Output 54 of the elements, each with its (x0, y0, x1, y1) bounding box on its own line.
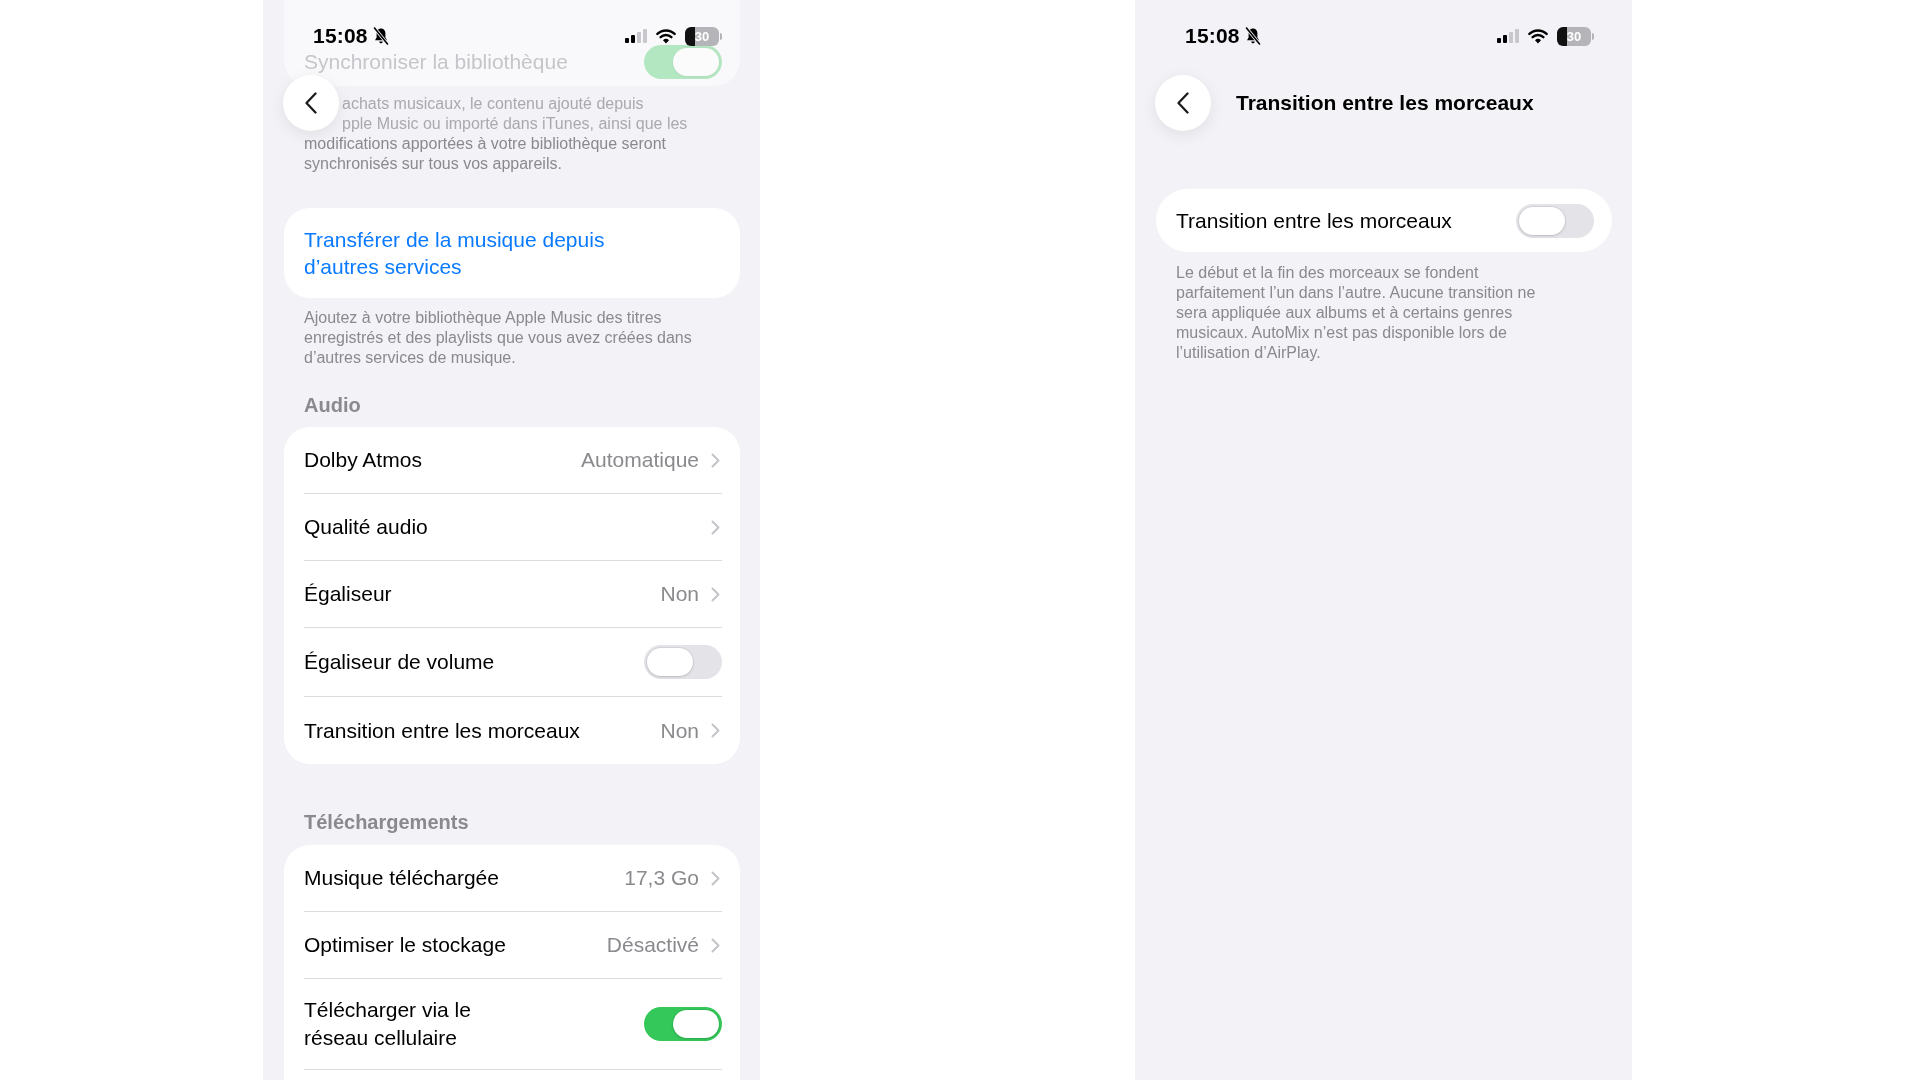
status-time: 15:08 (313, 24, 368, 48)
page-title: Transition entre les morceaux (1236, 90, 1534, 116)
row-value: Non (660, 581, 699, 607)
row-value: Automatique (581, 447, 699, 473)
section-header: Audio (304, 394, 361, 416)
chevron-right-icon (711, 937, 720, 953)
footnote-text: Ajoutez à votre bibliothèque Apple Music des titres enregistrés et des playlists que vous avez créées dans d’autres services de musique. (304, 309, 692, 366)
wifi-icon (656, 28, 676, 44)
wifi-icon (1528, 28, 1548, 44)
signal-icon (625, 29, 647, 43)
settings-row[interactable]: Égaliseur Non (304, 561, 722, 628)
transfer-link-button[interactable]: Transférer de la musique depuis d’autres services (284, 208, 740, 298)
back-button[interactable] (283, 75, 339, 131)
row-label: Musique téléchargée (304, 865, 499, 891)
toggle-switch[interactable] (644, 645, 722, 679)
chevron-right-icon (711, 452, 720, 468)
row-label: Transition entre les morceaux (1176, 207, 1452, 234)
footnote-text: pple Music ou importé dans iTunes, ainsi que les (342, 115, 688, 132)
chevron-left-icon (304, 92, 318, 114)
chevron-right-icon (711, 519, 720, 535)
row-label: Transition entre les morceaux (304, 717, 580, 744)
row-label: Télécharger via le réseau cellulaire (304, 997, 472, 1051)
bell-slash-icon (372, 27, 389, 45)
battery-indicator: 30 (685, 26, 722, 46)
chevron-right-icon (711, 586, 720, 602)
settings-row[interactable]: Qualité audio (304, 494, 722, 561)
signal-icon (1497, 29, 1519, 43)
row-label: Qualité audio (304, 514, 428, 540)
row-label: Égaliseur (304, 581, 392, 607)
toggle-switch[interactable] (1516, 203, 1594, 238)
settings-row[interactable]: Optimiser le stockage Désactivé (304, 912, 722, 979)
settings-row[interactable]: Musique téléchargée 17,3 Go (304, 845, 722, 912)
toggle-switch[interactable] (644, 45, 722, 79)
back-button[interactable] (1155, 75, 1211, 131)
status-time: 15:08 (1185, 24, 1240, 48)
row-value: Désactivé (606, 932, 699, 958)
row-label: Égaliseur de volume (304, 649, 495, 675)
battery-indicator: 30 (1557, 26, 1594, 46)
footnote-text: synchronisés sur tous vos appareils. (304, 155, 562, 172)
settings-row[interactable]: Dolby Atmos Automatique (304, 427, 722, 494)
footnote-text: achats musicaux, le contenu ajouté depuis (342, 95, 644, 112)
row-label: Dolby Atmos (304, 447, 422, 473)
chevron-left-icon (1176, 92, 1190, 114)
toggle-switch[interactable] (644, 1007, 722, 1041)
footnote-text: modifications apportées à votre bibliothèque seront (304, 135, 666, 152)
footnote-text: Le début et la fin des morceaux se fondent parfaitement l’un dans l’autre. Aucune transition ne sera appliquée aux albums et à certains genres musicaux. AutoMix n’est pas disponible lors de l’utilisation d’AirPlay. (1176, 264, 1536, 361)
section-header: Téléchargements (304, 811, 469, 833)
bell-slash-icon (1244, 27, 1261, 45)
chevron-right-icon (711, 870, 720, 886)
chevron-right-icon (711, 723, 720, 738)
row-label: Optimiser le stockage (304, 932, 506, 958)
settings-row[interactable]: Transition entre les morceaux Non (304, 697, 722, 764)
row-value: 17,3 Go (624, 865, 699, 891)
row-value: Non (660, 717, 699, 744)
